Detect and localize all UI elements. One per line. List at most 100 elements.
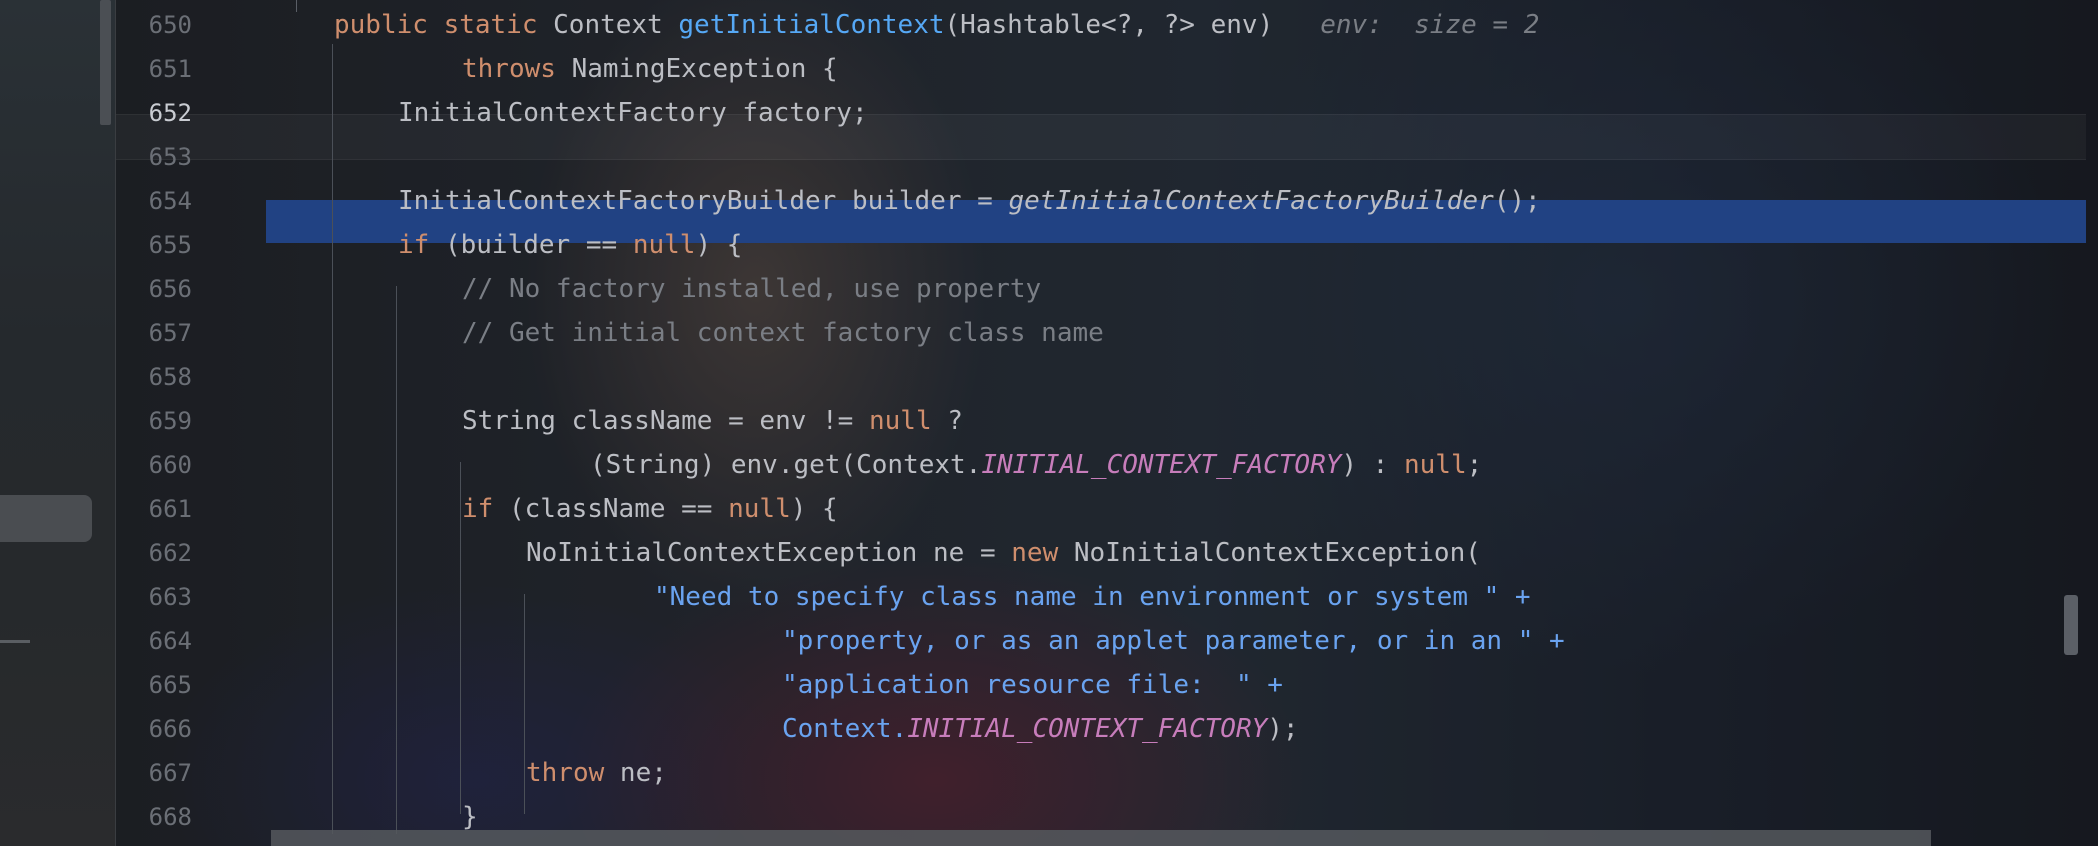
code-text[interactable]: if (className == null) { — [462, 487, 838, 531]
code-token: INITIAL_CONTEXT_FACTORY — [907, 714, 1268, 744]
code-line[interactable]: 657 // Get initial context factory class … — [116, 311, 2096, 355]
line-number[interactable]: 657 — [116, 311, 192, 355]
code-line[interactable]: 666 Context.INITIAL_CONTEXT_FACTORY); — [116, 707, 2096, 751]
project-tree-line — [0, 640, 30, 643]
code-token: ; — [1466, 450, 1483, 480]
editor-horizontal-scrollbar[interactable] — [271, 830, 1931, 846]
line-number[interactable]: 652 — [116, 91, 192, 135]
code-text[interactable]: String className = env != null ? — [462, 399, 963, 443]
code-line[interactable]: 658 — [116, 355, 2096, 399]
code-text[interactable]: throw ne; — [526, 751, 667, 795]
code-token: InitialContextFactoryBuilder builder = — [398, 186, 1009, 216]
line-number[interactable]: 664 — [116, 619, 192, 663]
code-token: throws — [462, 54, 572, 84]
code-token: throw — [526, 758, 620, 788]
code-line[interactable]: 659 String className = env != null ? — [116, 399, 2096, 443]
code-token: null — [1404, 450, 1467, 480]
code-token: ) { — [790, 494, 838, 524]
line-number[interactable]: 666 — [116, 707, 192, 751]
code-text[interactable]: // Get initial context factory class nam… — [462, 311, 1104, 355]
code-text[interactable]: "property, or as an applet parameter, or… — [782, 619, 1565, 663]
code-text[interactable]: (String) env.get(Context.INITIAL_CONTEXT… — [590, 443, 1482, 487]
line-number[interactable]: 654 — [116, 179, 192, 223]
line-number[interactable]: 663 — [116, 575, 192, 619]
inline-debug-hint: env: size = 2 — [1273, 10, 1540, 40]
line-number[interactable]: 656 — [116, 267, 192, 311]
line-number[interactable]: 667 — [116, 751, 192, 795]
code-text[interactable]: // No factory installed, use property — [462, 267, 1041, 311]
line-number[interactable]: 668 — [116, 795, 192, 839]
line-number[interactable]: 658 — [116, 355, 192, 399]
code-token: (String) env.get(Context. — [590, 450, 982, 480]
project-selected-item[interactable] — [0, 495, 92, 542]
code-line[interactable]: 650 public static Context getInitialConte… — [116, 3, 2096, 47]
code-text[interactable]: if (builder == null) { — [398, 223, 742, 267]
code-line[interactable]: 661 if (className == null) { — [116, 487, 2096, 531]
code-token: // Get initial context factory class nam… — [462, 318, 1104, 348]
code-line[interactable]: 660 (String) env.get(Context.INITIAL_CONT… — [116, 443, 2096, 487]
line-number[interactable]: 665 — [116, 663, 192, 707]
line-number[interactable]: 660 — [116, 443, 192, 487]
code-token: NamingException { — [571, 54, 838, 84]
code-text[interactable]: throws NamingException { — [462, 47, 838, 91]
line-number[interactable]: 659 — [116, 399, 192, 443]
code-text[interactable]: public static Context getInitialContext(… — [334, 3, 1539, 47]
editor-vertical-scrollbar[interactable] — [2064, 595, 2078, 655]
code-line[interactable]: 665 "application resource file: " + — [116, 663, 2096, 707]
code-token: public static — [334, 10, 554, 40]
code-token: "Need to specify class name in environme… — [654, 582, 1531, 612]
code-token: getInitialContext — [678, 10, 945, 40]
code-line[interactable]: 664 "property, or as an applet parameter,… — [116, 619, 2096, 663]
code-token: (Hashtable<?, ?> env) — [944, 10, 1274, 40]
code-line[interactable]: 662 NoInitialContextException ne = new No… — [116, 531, 2096, 575]
code-token: ); — [1267, 714, 1299, 744]
code-token: Context. — [782, 714, 908, 744]
code-line[interactable]: 654 InitialContextFactoryBuilder builder … — [116, 179, 2096, 223]
code-line[interactable]: 653 — [116, 135, 2096, 179]
line-number[interactable]: 653 — [116, 135, 192, 179]
line-number[interactable]: 650 — [116, 3, 192, 47]
code-text[interactable]: "Need to specify class name in environme… — [654, 575, 1531, 619]
code-text[interactable]: NoInitialContextException ne = new NoIni… — [526, 531, 1481, 575]
code-token: } — [462, 802, 478, 832]
code-line[interactable]: 652 InitialContextFactory factory; — [116, 91, 2096, 135]
code-token: // No factory installed, use property — [462, 274, 1042, 304]
code-token: null — [728, 494, 791, 524]
code-token: "application resource file: " + — [782, 670, 1283, 700]
code-token: "property, or as an applet parameter, or… — [782, 626, 1565, 656]
project-tool-window — [0, 0, 116, 846]
code-line[interactable]: 663 "Need to specify class name in enviro… — [116, 575, 2096, 619]
code-token: ? — [931, 406, 963, 436]
code-token: if — [462, 494, 509, 524]
code-token: Context — [553, 10, 679, 40]
code-text[interactable]: InitialContextFactory factory; — [398, 91, 868, 135]
code-token: new — [1011, 538, 1074, 568]
code-token: NoInitialContextException( — [1073, 538, 1481, 568]
code-line[interactable]: 651 throws NamingException { — [116, 47, 2096, 91]
code-token: INITIAL_CONTEXT_FACTORY — [981, 450, 1342, 480]
code-line[interactable]: 655 if (builder == null) { — [116, 223, 2096, 267]
code-token: InitialContextFactory factory; — [398, 98, 868, 128]
code-token: String className = env != — [462, 406, 869, 436]
project-scrollbar[interactable] — [100, 0, 111, 125]
code-token: ) : — [1341, 450, 1404, 480]
code-token: (builder == — [444, 230, 633, 260]
code-line[interactable]: 656 // No factory installed, use property — [116, 267, 2096, 311]
code-token: null — [632, 230, 696, 260]
code-text[interactable]: Context.INITIAL_CONTEXT_FACTORY); — [782, 707, 1299, 751]
code-token: (); — [1493, 186, 1541, 216]
code-text[interactable]: "application resource file: " + — [782, 663, 1283, 707]
code-token: (className == — [508, 494, 729, 524]
code-line[interactable]: 667 throw ne; — [116, 751, 2096, 795]
code-token: getInitialContextFactoryBuilder — [1008, 186, 1494, 216]
code-token: ne; — [619, 758, 667, 788]
line-number[interactable]: 661 — [116, 487, 192, 531]
code-token: ) { — [695, 230, 743, 260]
code-text[interactable]: InitialContextFactoryBuilder builder = g… — [398, 179, 1541, 223]
code-editor[interactable]: 650 public static Context getInitialConte… — [116, 0, 2098, 846]
line-number[interactable]: 662 — [116, 531, 192, 575]
line-number[interactable]: 651 — [116, 47, 192, 91]
code-token: if — [398, 230, 445, 260]
code-token: NoInitialContextException ne = — [526, 538, 1012, 568]
line-number[interactable]: 655 — [116, 223, 192, 267]
